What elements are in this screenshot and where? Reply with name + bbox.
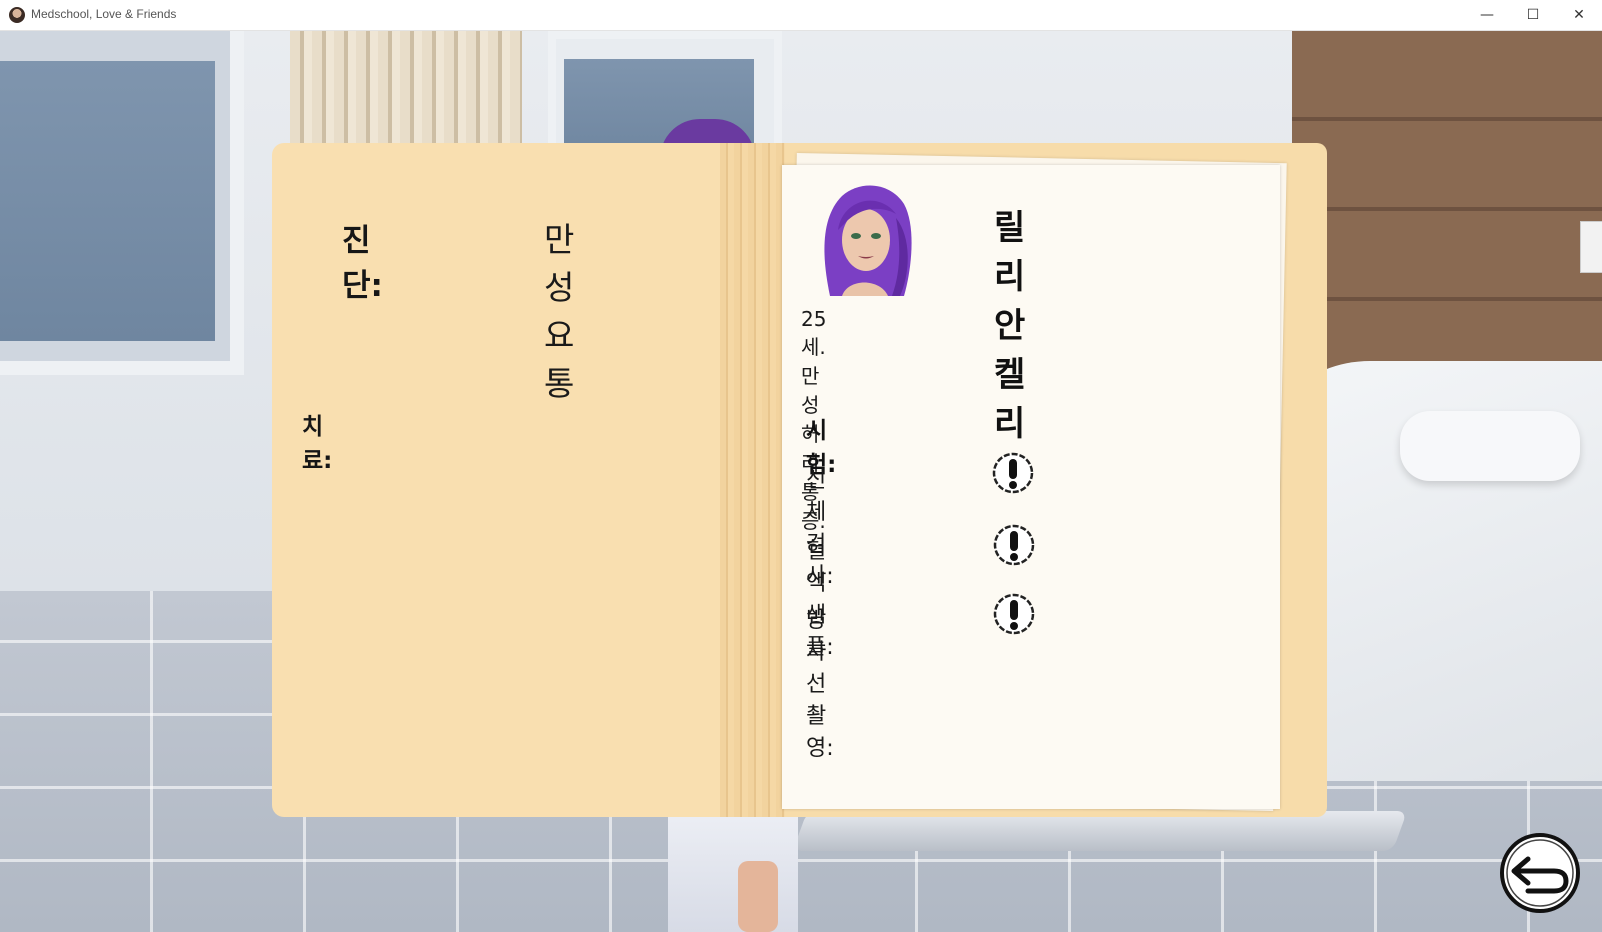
diagnosis-value: 만성 요통 <box>544 220 575 403</box>
patient-name: 릴리안 켈리 <box>994 208 1026 444</box>
maximize-button[interactable]: ☐ <box>1510 0 1556 30</box>
pillow <box>1400 411 1580 481</box>
diagnosis-label: 진단: <box>342 223 383 304</box>
close-button[interactable]: ✕ <box>1556 0 1602 30</box>
patient-portrait <box>812 178 916 296</box>
exclamation-icon[interactable] <box>992 452 1034 494</box>
bed-rail <box>792 811 1408 851</box>
exclamation-icon[interactable] <box>993 524 1035 566</box>
window-title: Medschool, Love & Friends <box>31 7 177 21</box>
wall-outlet <box>1580 221 1602 273</box>
exclamation-icon[interactable] <box>993 593 1035 635</box>
minimize-button[interactable]: — <box>1464 0 1510 30</box>
back-arrow-icon[interactable] <box>1498 831 1582 915</box>
folder-spine <box>720 143 785 817</box>
app-icon <box>9 7 25 23</box>
exam-xray-label: 방사선 촬영: <box>806 608 834 761</box>
room-window <box>0 31 244 375</box>
treatment-label: 치료: <box>302 414 333 474</box>
title-bar: Medschool, Love & Friends — ☐ ✕ <box>0 0 1602 31</box>
curtain <box>290 31 522 146</box>
patient-figure <box>668 801 798 932</box>
